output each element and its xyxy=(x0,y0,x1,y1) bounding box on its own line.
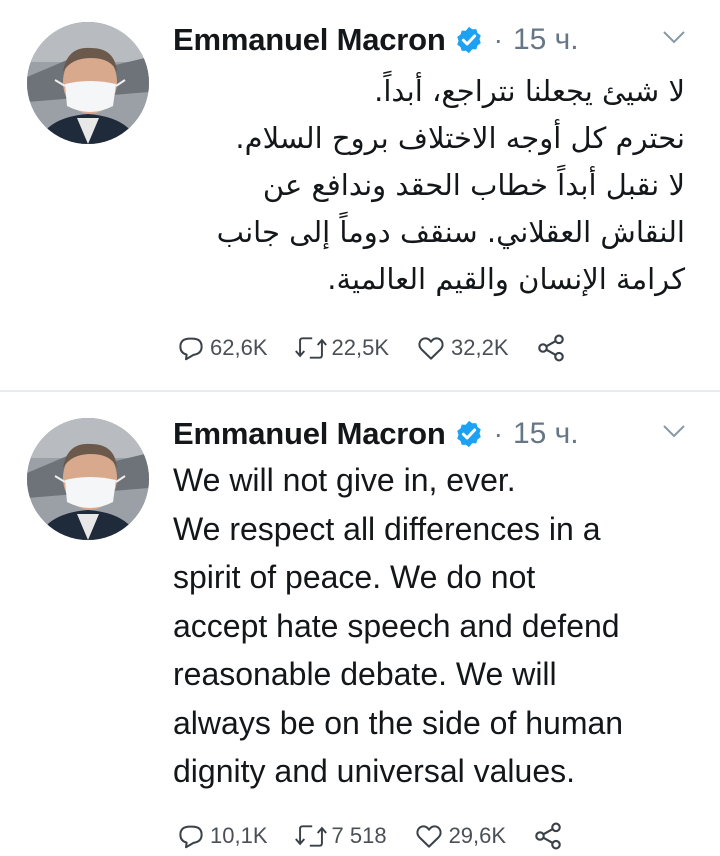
reply-count: 10,1K xyxy=(210,823,268,848)
tweet-actions: 10,1K 7 518 29,6K xyxy=(176,816,564,856)
retweet-icon xyxy=(294,825,327,847)
like-button[interactable]: 32,2K xyxy=(415,333,509,363)
verified-badge-icon xyxy=(456,420,481,448)
share-icon xyxy=(537,334,564,362)
chevron-down-icon[interactable] xyxy=(662,424,686,438)
separator-dot: · xyxy=(493,24,503,55)
tweet-text-line: لا شيئ يجعلنا نتراجع، أبداً. xyxy=(374,74,685,108)
tweet-text-line: We will not give in, ever. xyxy=(173,462,516,498)
reply-count: 62,6K xyxy=(210,335,268,360)
retweet-count: 7 518 xyxy=(331,823,387,848)
share-button[interactable] xyxy=(535,332,567,364)
tweet-text-line: always be on the side of human xyxy=(173,704,624,741)
like-count: 29,6K xyxy=(448,823,507,848)
author-name[interactable]: Emmanuel Macron xyxy=(173,416,446,452)
tweet[interactable]: Emmanuel Macron · 15 ч. لا شيئ يجعلنا نت… xyxy=(0,0,720,390)
retweet-count: 22,5K xyxy=(331,335,390,360)
tweet-text: We will not give in, ever. We respect al… xyxy=(173,456,713,796)
tweet-time[interactable]: 15 ч. xyxy=(513,23,579,57)
tweet-header: Emmanuel Macron · 15 ч. xyxy=(173,414,720,454)
share-button[interactable] xyxy=(532,820,564,852)
retweet-button[interactable]: 22,5K xyxy=(294,333,390,363)
tweet-text-line: We respect all differences in a xyxy=(173,510,601,547)
reply-icon xyxy=(179,337,203,361)
like-button[interactable]: 29,6K xyxy=(413,821,507,851)
tweet-text-line: accept hate speech and defend xyxy=(173,607,620,644)
heart-icon xyxy=(418,337,444,360)
reply-icon xyxy=(179,825,203,849)
avatar[interactable] xyxy=(27,418,149,540)
tweet[interactable]: Emmanuel Macron · 15 ч. We will not give… xyxy=(0,392,720,855)
author-name[interactable]: Emmanuel Macron xyxy=(173,22,446,58)
like-count: 32,2K xyxy=(451,335,509,360)
verified-badge-icon xyxy=(456,26,481,54)
retweet-button[interactable]: 7 518 xyxy=(294,821,387,851)
reply-button[interactable]: 10,1K xyxy=(176,821,268,851)
tweet-text-line: نحترم كل أوجه الاختلاف بروح السلام. xyxy=(235,121,685,155)
avatar[interactable] xyxy=(27,22,149,144)
tweet-text-line: لا نقبل أبداً خطاب الحقد وندافع عن xyxy=(262,168,685,202)
tweet-text-line: dignity and universal values. xyxy=(173,753,576,789)
tweet-text: لا شيئ يجعلنا نتراجع، أبداً. نحترم كل أو… xyxy=(173,68,685,303)
reply-button[interactable]: 62,6K xyxy=(176,333,268,363)
tweet-text-line: reasonable debate. We will xyxy=(173,656,557,692)
tweet-time[interactable]: 15 ч. xyxy=(513,417,579,451)
separator-dot: · xyxy=(493,418,503,449)
share-icon xyxy=(535,822,561,850)
tweet-text-line: spirit of peace. We do not xyxy=(173,559,536,595)
heart-icon xyxy=(415,825,442,848)
tweet-actions: 62,6K 22,5K 32,2K xyxy=(176,328,567,368)
tweet-text-line: النقاش العقلاني. سنقف دوماً إلى جانب xyxy=(216,215,685,249)
tweet-text-line: كرامة الإنسان والقيم العالمية. xyxy=(327,262,685,296)
retweet-icon xyxy=(294,337,327,359)
tweet-header: Emmanuel Macron · 15 ч. xyxy=(173,20,720,60)
chevron-down-icon[interactable] xyxy=(662,30,686,44)
